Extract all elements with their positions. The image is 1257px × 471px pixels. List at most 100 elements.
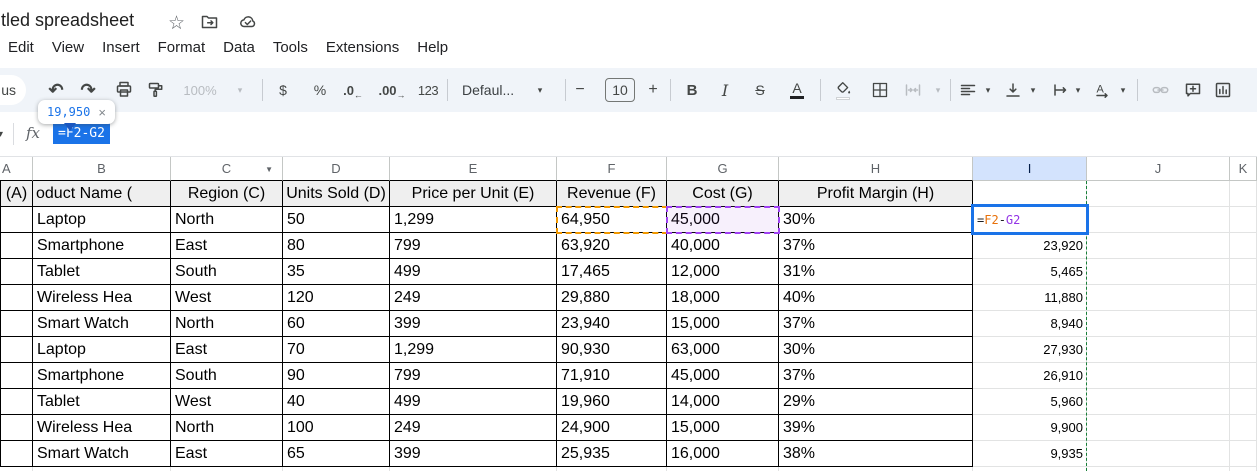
borders-button[interactable] xyxy=(868,68,892,112)
table-cell[interactable] xyxy=(0,207,33,233)
insert-comment-button[interactable] xyxy=(1181,68,1205,112)
vertical-align-button[interactable] xyxy=(1001,68,1025,112)
table-cell[interactable]: 15,000 xyxy=(667,415,779,441)
zoom-dropdown-arrow[interactable]: ▾ xyxy=(234,68,246,112)
font-size-input[interactable]: 10 xyxy=(605,78,635,102)
table-cell[interactable]: Laptop xyxy=(33,207,171,233)
table-cell[interactable] xyxy=(0,337,33,363)
empty-cell[interactable] xyxy=(1230,181,1257,207)
table-cell[interactable]: 39% xyxy=(779,415,973,441)
text-wrapping-button[interactable] xyxy=(1048,68,1072,112)
table-cell[interactable]: 499 xyxy=(390,259,557,285)
table-cell[interactable]: Laptop xyxy=(33,337,171,363)
table-cell[interactable]: North xyxy=(171,207,283,233)
column-header-F[interactable]: F xyxy=(557,157,667,181)
table-cell[interactable]: East xyxy=(171,337,283,363)
format-currency-button[interactable]: $ xyxy=(271,68,295,112)
decrease-font-size-button[interactable]: − xyxy=(570,68,590,112)
table-cell[interactable]: 63,000 xyxy=(667,337,779,363)
table-header-cell[interactable]: Revenue (F) xyxy=(557,181,667,207)
table-header-cell[interactable]: Region (C) xyxy=(171,181,283,207)
table-cell[interactable]: 90 xyxy=(283,363,390,389)
empty-cell[interactable] xyxy=(1087,207,1230,233)
table-cell[interactable]: Smart Watch xyxy=(33,311,171,337)
merge-dropdown-arrow[interactable]: ▾ xyxy=(932,68,944,112)
table-cell[interactable]: North xyxy=(171,415,283,441)
table-cell[interactable]: East xyxy=(171,233,283,259)
table-cell[interactable]: 40% xyxy=(779,285,973,311)
empty-cell[interactable] xyxy=(1230,441,1257,467)
table-cell[interactable]: North xyxy=(171,311,283,337)
table-cell[interactable]: West xyxy=(171,285,283,311)
cell-I6[interactable]: 8,940 xyxy=(973,311,1087,337)
merge-cells-button[interactable] xyxy=(901,68,925,112)
paint-format-button[interactable] xyxy=(142,68,170,112)
table-header-cell[interactable]: Units Sold (D) xyxy=(283,181,390,207)
formula-input-selected-text[interactable]: =F2-G2 xyxy=(53,123,110,144)
table-cell[interactable]: 70 xyxy=(283,337,390,363)
empty-cell[interactable] xyxy=(1087,415,1230,441)
column-header-B[interactable]: B xyxy=(33,157,171,181)
table-cell[interactable]: South xyxy=(171,259,283,285)
table-cell[interactable]: 60 xyxy=(283,311,390,337)
name-box-arrow[interactable]: ▾ xyxy=(0,129,3,140)
table-cell[interactable]: 24,900 xyxy=(557,415,667,441)
increase-decimal-button[interactable]: .00→ xyxy=(377,68,407,112)
table-cell[interactable]: 23,940 xyxy=(557,311,667,337)
table-cell[interactable]: 29% xyxy=(779,389,973,415)
empty-cell[interactable] xyxy=(1087,233,1230,259)
table-cell[interactable]: 65 xyxy=(283,441,390,467)
menu-item-edit[interactable]: Edit xyxy=(8,39,34,56)
table-cell[interactable]: 63,920 xyxy=(557,233,667,259)
table-cell[interactable]: Tablet xyxy=(33,389,171,415)
table-cell[interactable] xyxy=(0,441,33,467)
bold-button[interactable]: B xyxy=(682,68,702,112)
empty-cell[interactable] xyxy=(1230,311,1257,337)
table-cell[interactable]: 17,465 xyxy=(557,259,667,285)
table-cell[interactable]: 29,880 xyxy=(557,285,667,311)
table-cell[interactable] xyxy=(0,311,33,337)
cell-I4[interactable]: 5,465 xyxy=(973,259,1087,285)
cell-I7[interactable]: 27,930 xyxy=(973,337,1087,363)
table-cell[interactable]: 14,000 xyxy=(667,389,779,415)
table-cell[interactable]: 38% xyxy=(779,441,973,467)
cell-I10[interactable]: 9,900 xyxy=(973,415,1087,441)
menu-item-insert[interactable]: Insert xyxy=(102,39,140,56)
column-header-C[interactable]: C▼ xyxy=(171,157,283,181)
font-family-selector[interactable]: Defaul... xyxy=(462,68,528,112)
table-cell[interactable]: 799 xyxy=(390,233,557,259)
table-cell[interactable]: East xyxy=(171,441,283,467)
table-cell[interactable]: 100 xyxy=(283,415,390,441)
table-cell[interactable]: 399 xyxy=(390,311,557,337)
table-cell[interactable]: 19,960 xyxy=(557,389,667,415)
table-header-cell[interactable]: Price per Unit (E) xyxy=(390,181,557,207)
column-header-D[interactable]: D xyxy=(283,157,390,181)
table-cell[interactable]: Smartphone xyxy=(33,233,171,259)
menu-item-help[interactable]: Help xyxy=(417,39,448,56)
table-cell[interactable]: Wireless Hea xyxy=(33,415,171,441)
table-header-cell[interactable]: (A) xyxy=(0,181,33,207)
cell-I8[interactable]: 26,910 xyxy=(973,363,1087,389)
font-dropdown-arrow[interactable]: ▾ xyxy=(534,68,546,112)
empty-cell[interactable] xyxy=(1230,207,1257,233)
empty-cell[interactable] xyxy=(1087,363,1230,389)
text-color-button[interactable]: A xyxy=(785,68,809,112)
move-to-folder-icon[interactable] xyxy=(200,13,219,36)
table-cell[interactable]: 40,000 xyxy=(667,233,779,259)
menu-item-tools[interactable]: Tools xyxy=(273,39,308,56)
empty-cell[interactable] xyxy=(1230,285,1257,311)
table-cell[interactable]: 499 xyxy=(390,389,557,415)
empty-cell[interactable] xyxy=(1087,311,1230,337)
column-header-E[interactable]: E xyxy=(390,157,557,181)
menu-item-view[interactable]: View xyxy=(52,39,84,56)
empty-cell[interactable] xyxy=(1087,337,1230,363)
more-formats-button[interactable]: 123 xyxy=(412,68,444,112)
empty-cell[interactable] xyxy=(1230,337,1257,363)
table-cell[interactable]: 37% xyxy=(779,233,973,259)
table-cell[interactable]: 35 xyxy=(283,259,390,285)
empty-cell[interactable] xyxy=(1230,233,1257,259)
empty-cell[interactable] xyxy=(1230,389,1257,415)
column-header-A[interactable]: A xyxy=(0,157,33,181)
column-header-K[interactable]: K xyxy=(1230,157,1257,181)
table-cell[interactable]: 50 xyxy=(283,207,390,233)
